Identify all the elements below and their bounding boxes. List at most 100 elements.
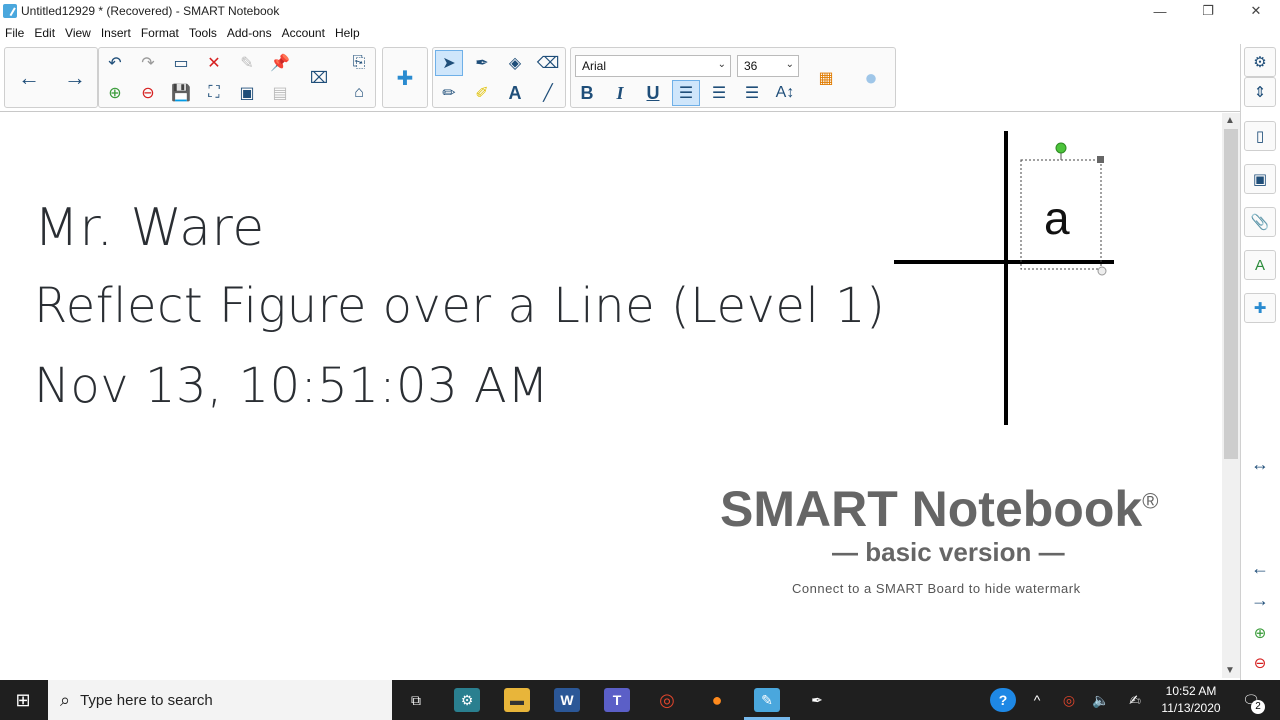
next-page-icon[interactable]: → — [61, 65, 89, 91]
side-previous-page-icon[interactable]: ← — [1244, 553, 1276, 583]
windows-start-icon[interactable]: ⊞ — [10, 688, 36, 712]
underline-button[interactable]: U — [639, 80, 667, 106]
smart-ink-icon[interactable]: ✒ — [804, 688, 830, 712]
scroll-thumb[interactable] — [1224, 129, 1238, 459]
teacher-name-text[interactable]: Mr. Ware — [34, 198, 265, 258]
menu-handle[interactable] — [1097, 156, 1104, 163]
select-tool-icon[interactable]: ➤ — [435, 50, 463, 76]
help-icon[interactable]: ? — [990, 688, 1016, 712]
fill-effects-icon[interactable]: ● — [857, 65, 885, 91]
file-explorer-icon[interactable]: ▬ — [504, 688, 530, 712]
acrobat-tray-icon[interactable]: ◎ — [1056, 688, 1082, 712]
paste-icon[interactable]: ⎘ — [345, 50, 373, 76]
side-add-ons-icon[interactable]: ✚ — [1244, 293, 1276, 323]
gallery-icon[interactable]: ▣ — [1244, 164, 1276, 194]
pen-tray-icon[interactable]: ✍ — [1122, 688, 1148, 712]
scroll-down-icon[interactable]: ▼ — [1225, 665, 1235, 676]
side-delete-page-icon[interactable]: ⊖ — [1244, 648, 1276, 678]
page-canvas[interactable]: Mr. Ware Reflect Figure over a Line (Lev… — [0, 113, 1222, 678]
text-tool-icon[interactable]: A — [501, 80, 529, 106]
menu-view[interactable]: View — [60, 26, 96, 40]
properties-icon[interactable]: A — [1244, 250, 1276, 280]
document-camera-icon[interactable]: ▤ — [266, 80, 294, 106]
smart-notebook-taskbar-icon[interactable]: ✎ — [754, 688, 780, 712]
edit-group: ↶ ↷ ▭ ✕ ✎ 📌 ⌧ ⎘ ⊕ ⊖ 💾 ⛶ ▣ ▤ ⌂ — [98, 47, 376, 108]
rotate-handle[interactable] — [1055, 142, 1067, 154]
menu-bar: File Edit View Insert Format Tools Add-o… — [0, 23, 365, 43]
redo-icon[interactable]: ↷ — [134, 50, 162, 76]
delete-page-icon[interactable]: ⊖ — [134, 80, 162, 106]
menu-account[interactable]: Account — [277, 26, 330, 40]
teams-icon[interactable]: T — [604, 688, 630, 712]
window-controls: — ❐ ✕ — [1136, 0, 1280, 22]
toolbar-position-icon[interactable]: ⇕ — [1244, 77, 1276, 107]
delete-icon[interactable]: ✕ — [200, 50, 228, 76]
side-next-page-icon[interactable]: → — [1244, 585, 1276, 615]
shapes-icon[interactable]: ◈ — [501, 50, 529, 76]
clear-ink-icon[interactable]: ✎ — [233, 50, 261, 76]
menu-edit[interactable]: Edit — [29, 26, 60, 40]
menu-tools[interactable]: Tools — [184, 26, 222, 40]
notification-count-badge: 2 — [1251, 700, 1265, 714]
bold-button[interactable]: B — [573, 80, 601, 106]
reflection-figure[interactable] — [880, 123, 1130, 443]
system-clock[interactable]: 10:52 AM 11/13/2020 — [1152, 683, 1230, 717]
resize-handle[interactable] — [1097, 266, 1107, 276]
save-icon[interactable]: 💾 — [167, 80, 195, 106]
previous-page-icon[interactable]: ← — [15, 65, 43, 91]
screen-capture-icon[interactable]: ⌧ — [305, 65, 333, 91]
taskbar-search-box[interactable]: ⌕ Type here to search — [48, 680, 392, 720]
display-screens-icon[interactable]: ▣ — [233, 80, 261, 106]
full-screen-icon[interactable]: ⛶ — [200, 80, 228, 106]
eraser-icon[interactable]: ⌫ — [534, 50, 562, 76]
acrobat-icon[interactable]: ◎ — [654, 688, 680, 712]
volume-icon[interactable]: 🔈 — [1088, 688, 1114, 712]
line-tool-icon[interactable]: ╱ — [534, 80, 562, 106]
page-sorter-icon[interactable]: ▯ — [1244, 121, 1276, 151]
vertical-scrollbar[interactable]: ▲ ▼ — [1222, 113, 1240, 678]
word-icon[interactable]: W — [554, 688, 580, 712]
side-add-page-icon[interactable]: ⊕ — [1244, 618, 1276, 648]
font-name-select[interactable]: Arial ⌄ — [575, 55, 731, 77]
text-format-options-icon[interactable]: A↕ — [771, 80, 799, 106]
scroll-up-icon[interactable]: ▲ — [1225, 115, 1235, 126]
firefox-icon[interactable]: ● — [704, 688, 730, 712]
task-view-icon[interactable]: ⧉ — [403, 688, 429, 712]
add-page-icon[interactable]: ⊕ — [101, 80, 129, 106]
pen-icon[interactable]: ✏ — [435, 80, 463, 106]
close-window-button[interactable]: ✕ — [1232, 0, 1280, 22]
restore-button[interactable]: ❐ — [1184, 0, 1232, 22]
minimize-button[interactable]: — — [1136, 0, 1184, 22]
align-center-icon[interactable]: ☰ — [705, 80, 733, 106]
menu-file[interactable]: File — [0, 26, 29, 40]
settings-app-icon[interactable]: ⚙ — [454, 688, 480, 712]
menu-format[interactable]: Format — [136, 26, 184, 40]
menu-add-ons[interactable]: Add-ons — [222, 26, 277, 40]
attachments-icon[interactable]: 📎 — [1244, 207, 1276, 237]
highlighter-icon[interactable]: ✐ — [468, 80, 496, 106]
align-left-icon[interactable]: ☰ — [672, 80, 700, 106]
undo-icon[interactable]: ↶ — [101, 50, 129, 76]
table-tool-icon[interactable]: ⌂ — [345, 80, 373, 106]
pin-icon[interactable]: 📌 — [266, 50, 294, 76]
magic-pen-icon[interactable]: ✒ — [468, 50, 496, 76]
timestamp-text[interactable]: Nov 13, 10:51:03 AM — [34, 358, 549, 414]
navigation-group: ← → — [4, 47, 98, 108]
figure-letter[interactable]: a — [1044, 191, 1070, 245]
color-palette-icon[interactable]: ▦ — [812, 65, 840, 91]
move-panel-icon[interactable]: ↔ — [1244, 449, 1276, 479]
watermark-subtitle: — basic version — — [832, 537, 1065, 567]
menu-help[interactable]: Help — [330, 26, 365, 40]
clock-time: 10:52 AM — [1165, 684, 1217, 698]
show-hidden-icons-chevron-icon[interactable]: ^ — [1024, 688, 1050, 712]
font-size-select[interactable]: 36 ⌄ — [737, 55, 799, 77]
lesson-title-text[interactable]: Reflect Figure over a Line (Level 1) — [34, 278, 885, 334]
settings-gear-icon[interactable]: ⚙ — [1244, 47, 1276, 77]
menu-insert[interactable]: Insert — [96, 26, 136, 40]
text-format-group: Arial ⌄ 36 ⌄ B I U ☰ ☰ ☰ A↕ ▦ ● — [570, 47, 896, 108]
align-right-icon[interactable]: ☰ — [738, 80, 766, 106]
search-icon: ⌕ — [60, 689, 71, 710]
screen-shade-icon[interactable]: ▭ — [167, 50, 195, 76]
italic-button[interactable]: I — [606, 80, 634, 106]
add-ons-icon[interactable]: ✚ — [391, 65, 419, 91]
